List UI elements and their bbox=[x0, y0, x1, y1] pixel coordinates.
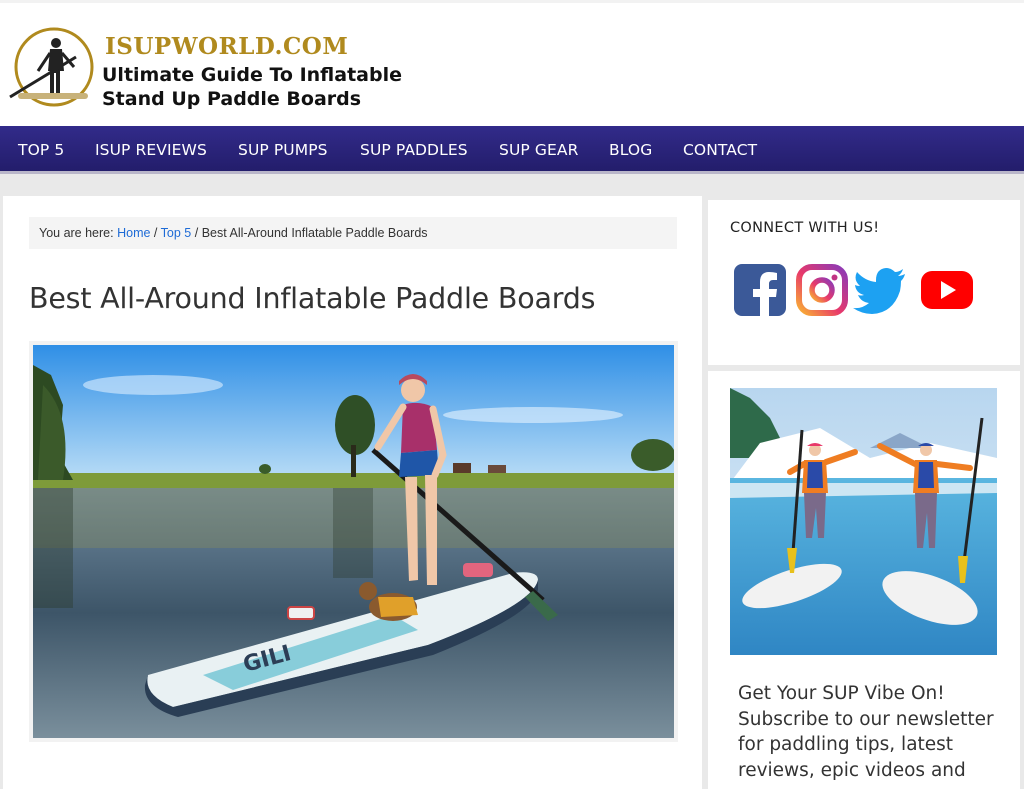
nav-item-sup-pumps[interactable]: SUP PUMPS bbox=[238, 126, 328, 174]
main-content: You are here: Home / Top 5 / Best All-Ar… bbox=[3, 196, 702, 789]
nav-item-top5[interactable]: TOP 5 bbox=[18, 126, 64, 174]
paddleboarder-with-dog-photo: GILI bbox=[33, 345, 674, 738]
facebook-icon[interactable] bbox=[733, 263, 787, 317]
glacier-paddleboarders-photo bbox=[730, 388, 997, 655]
logo-title: ISUPWORLD.COM bbox=[105, 33, 349, 60]
breadcrumb-separator: / bbox=[153, 226, 158, 240]
nav-item-isup-reviews[interactable]: ISUP REVIEWS bbox=[95, 126, 207, 174]
youtube-icon[interactable] bbox=[920, 263, 974, 317]
nav-item-blog[interactable]: BLOG bbox=[609, 126, 652, 174]
newsletter-widget: Get Your SUP Vibe On! Subscribe to our n… bbox=[708, 371, 1020, 789]
breadcrumb-separator: / bbox=[194, 226, 199, 240]
twitter-icon[interactable] bbox=[853, 263, 907, 317]
logo-tagline-2: Stand Up Paddle Boards bbox=[102, 88, 362, 110]
breadcrumb: You are here: Home / Top 5 / Best All-Ar… bbox=[29, 217, 677, 249]
main-nav: TOP 5 ISUP REVIEWS SUP PUMPS SUP PADDLES… bbox=[0, 126, 1024, 174]
newsletter-text: Get Your SUP Vibe On! Subscribe to our n… bbox=[738, 683, 994, 781]
site-logo[interactable]: ISUPWORLD.COM Ultimate Guide To Inflatab… bbox=[4, 27, 404, 112]
nav-item-sup-paddles[interactable]: SUP PADDLES bbox=[360, 126, 468, 174]
breadcrumb-home-link[interactable]: Home bbox=[117, 226, 150, 240]
connect-title: CONNECT WITH US! bbox=[730, 220, 880, 236]
breadcrumb-prefix: You are here: bbox=[39, 226, 114, 240]
instagram-icon[interactable] bbox=[795, 263, 849, 317]
hero-image: GILI bbox=[29, 341, 678, 742]
breadcrumb-current: Best All-Around Inflatable Paddle Boards bbox=[201, 226, 428, 240]
site-header: ISUPWORLD.COM Ultimate Guide To Inflatab… bbox=[0, 0, 1024, 126]
nav-item-sup-gear[interactable]: SUP GEAR bbox=[499, 126, 578, 174]
page-title: Best All-Around Inflatable Paddle Boards bbox=[29, 282, 596, 315]
breadcrumb-top5-link[interactable]: Top 5 bbox=[161, 226, 192, 240]
logo-tagline-1: Ultimate Guide To Inflatable bbox=[102, 64, 402, 86]
nav-item-contact[interactable]: CONTACT bbox=[683, 126, 757, 174]
connect-widget: CONNECT WITH US! bbox=[708, 200, 1020, 365]
paddleboarder-logo-icon bbox=[9, 27, 94, 107]
